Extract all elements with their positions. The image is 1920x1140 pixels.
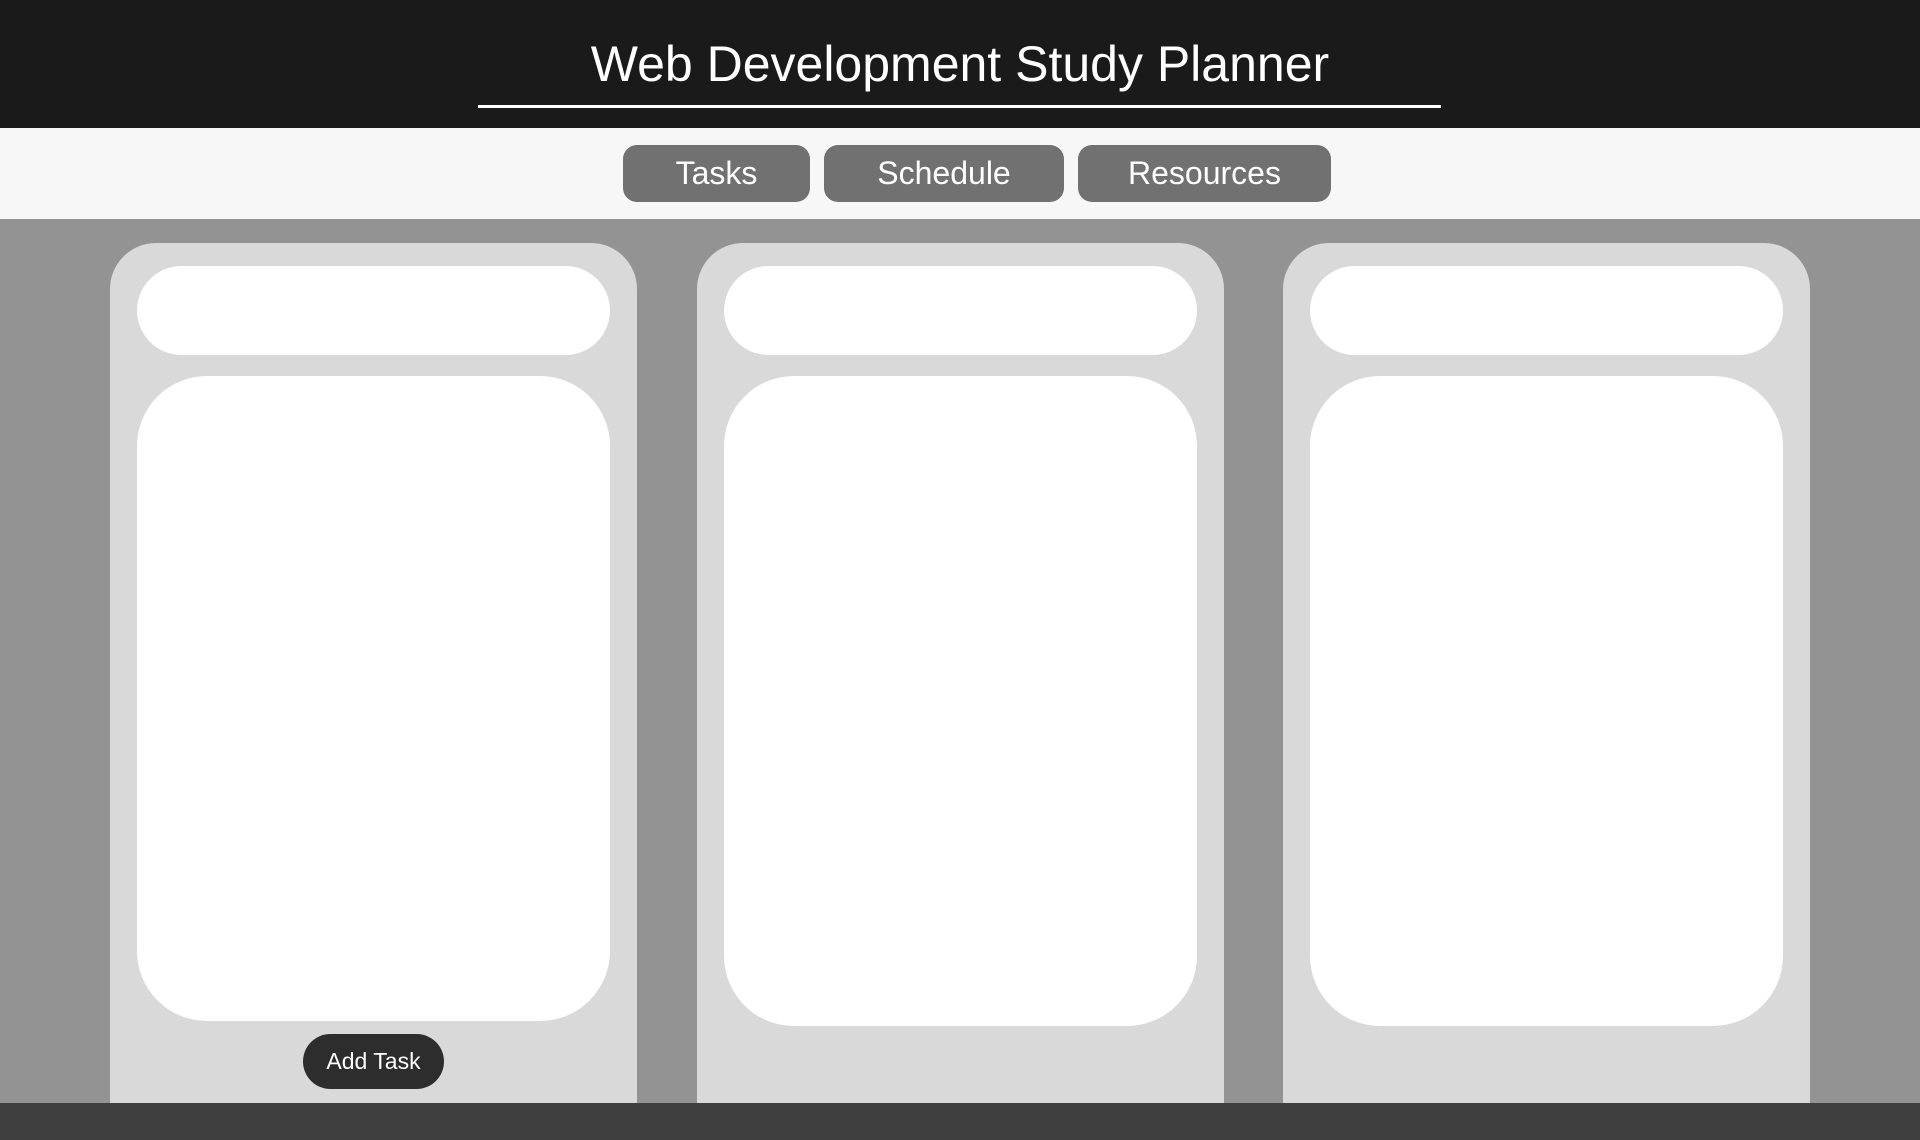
column-2-header — [724, 266, 1197, 355]
nav-schedule-button[interactable]: Schedule — [824, 145, 1064, 202]
column-1-body — [137, 376, 610, 1021]
column-1-header — [137, 266, 610, 355]
add-task-button[interactable]: Add Task — [303, 1034, 444, 1089]
column-1: Add Task — [110, 243, 637, 1103]
column-3 — [1283, 243, 1810, 1103]
title-underline — [478, 105, 1441, 108]
column-3-body — [1310, 376, 1783, 1026]
main-content: Add Task — [0, 219, 1920, 1103]
column-3-header — [1310, 266, 1783, 355]
page-header: Web Development Study Planner — [0, 0, 1920, 128]
column-2 — [697, 243, 1224, 1103]
main-nav: Tasks Schedule Resources — [0, 128, 1920, 219]
nav-tasks-button[interactable]: Tasks — [623, 145, 810, 202]
column-2-body — [724, 376, 1197, 1026]
nav-resources-button[interactable]: Resources — [1078, 145, 1331, 202]
page-footer — [0, 1103, 1920, 1140]
page-title: Web Development Study Planner — [590, 36, 1330, 92]
